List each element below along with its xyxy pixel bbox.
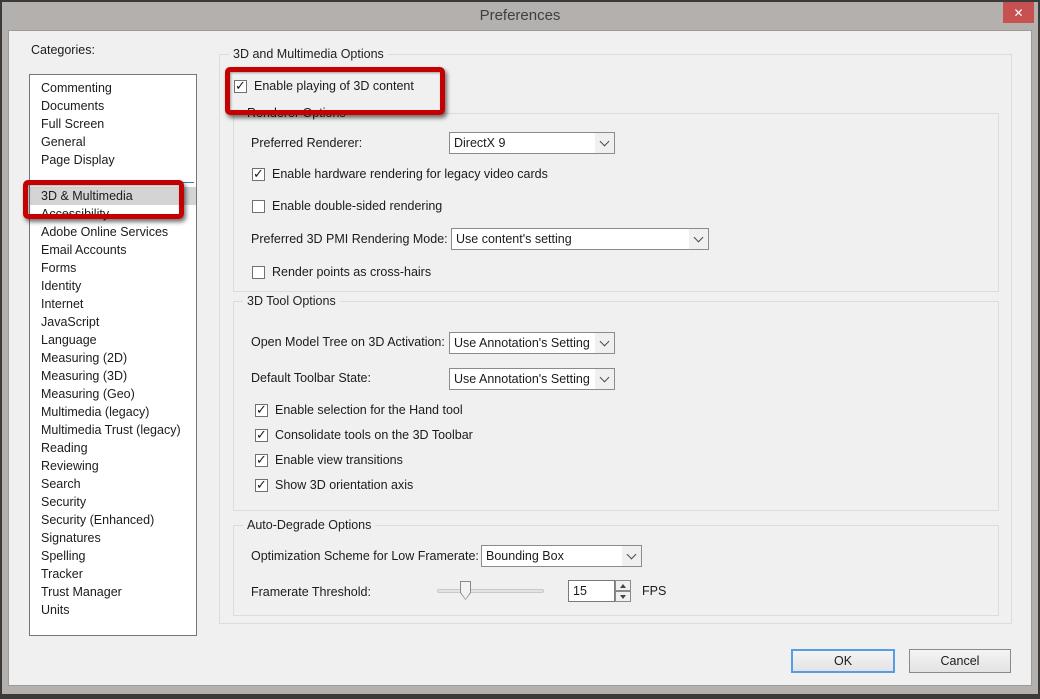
category-item[interactable]: Internet bbox=[30, 295, 196, 313]
model-tree-select[interactable]: Use Annotation's Setting bbox=[449, 332, 615, 354]
categories-listbox: CommentingDocumentsFull ScreenGeneralPag… bbox=[29, 74, 197, 636]
categories-top-group: CommentingDocumentsFull ScreenGeneralPag… bbox=[30, 79, 196, 169]
enable-3d-content-label[interactable]: Enable playing of 3D content bbox=[254, 79, 414, 93]
group-auto-degrade-options: Auto-Degrade Options bbox=[233, 525, 999, 616]
category-item[interactable]: Forms bbox=[30, 259, 196, 277]
checkbox-checked-icon[interactable] bbox=[255, 479, 268, 492]
category-item[interactable]: Commenting bbox=[30, 79, 196, 97]
category-item[interactable]: Measuring (3D) bbox=[30, 367, 196, 385]
chevron-down-icon bbox=[689, 229, 708, 249]
category-item[interactable]: Signatures bbox=[30, 529, 196, 547]
spinner-up-icon bbox=[620, 584, 626, 588]
category-item[interactable]: JavaScript bbox=[30, 313, 196, 331]
framerate-threshold-label: Framerate Threshold: bbox=[251, 585, 371, 599]
category-item[interactable]: Reading bbox=[30, 439, 196, 457]
category-item[interactable]: Security bbox=[30, 493, 196, 511]
preferred-renderer-label: Preferred Renderer: bbox=[251, 136, 362, 150]
chevron-down-icon bbox=[595, 133, 614, 153]
checkbox-unchecked-icon[interactable] bbox=[252, 266, 265, 279]
window-title: Preferences bbox=[2, 7, 1038, 24]
tool-option-checkbox-row[interactable]: Enable selection for the Hand tool bbox=[255, 403, 473, 417]
checkbox-checked-icon[interactable] bbox=[252, 168, 265, 181]
checkbox-checked-icon[interactable] bbox=[255, 454, 268, 467]
toolbar-state-label: Default Toolbar State: bbox=[251, 371, 371, 385]
model-tree-label: Open Model Tree on 3D Activation: bbox=[251, 335, 445, 349]
category-item[interactable]: Measuring (Geo) bbox=[30, 385, 196, 403]
group-renderer-title: Renderer Options bbox=[243, 106, 350, 120]
spinner-up-button[interactable] bbox=[615, 580, 631, 591]
category-item[interactable]: Trust Manager bbox=[30, 583, 196, 601]
category-item[interactable]: Units bbox=[30, 601, 196, 619]
spinner-down-icon bbox=[620, 595, 626, 599]
category-item[interactable]: Tracker bbox=[30, 565, 196, 583]
category-item[interactable]: Search bbox=[30, 475, 196, 493]
category-separator bbox=[30, 169, 196, 187]
categories-label: Categories: bbox=[31, 43, 95, 57]
group-3d-multimedia-title: 3D and Multimedia Options bbox=[229, 47, 388, 61]
hw-legacy-rendering-checkbox-row[interactable]: Enable hardware rendering for legacy vid… bbox=[252, 167, 548, 181]
category-item[interactable]: Language bbox=[30, 331, 196, 349]
category-item[interactable]: Reviewing bbox=[30, 457, 196, 475]
category-item[interactable]: General bbox=[30, 133, 196, 151]
enable-3d-content-checkbox-row[interactable]: Enable playing of 3D content bbox=[234, 79, 414, 93]
framerate-spinner bbox=[615, 580, 631, 602]
window-frame: Preferences ✕ Categories: CommentingDocu… bbox=[2, 2, 1038, 694]
separator-line bbox=[32, 182, 194, 183]
category-item[interactable]: Identity bbox=[30, 277, 196, 295]
tool-options-checkbox-list: Enable selection for the Hand tool Conso… bbox=[255, 403, 473, 503]
category-item[interactable]: Multimedia Trust (legacy) bbox=[30, 421, 196, 439]
crosshairs-checkbox-row[interactable]: Render points as cross-hairs bbox=[252, 265, 431, 279]
checkbox-unchecked-icon[interactable] bbox=[252, 200, 265, 213]
dialog-client-area: Categories: CommentingDocumentsFull Scre… bbox=[8, 30, 1032, 686]
optimization-scheme-select[interactable]: Bounding Box bbox=[481, 545, 642, 567]
framerate-slider-track[interactable] bbox=[437, 589, 544, 593]
group-3d-tool-title: 3D Tool Options bbox=[243, 294, 340, 308]
category-item[interactable]: Documents bbox=[30, 97, 196, 115]
tool-option-checkbox-row[interactable]: Enable view transitions bbox=[255, 453, 473, 467]
chevron-down-icon bbox=[595, 333, 614, 353]
title-bar[interactable]: Preferences ✕ bbox=[2, 2, 1038, 30]
ok-button[interactable]: OK bbox=[791, 649, 895, 673]
category-item[interactable]: Full Screen bbox=[30, 115, 196, 133]
checkbox-checked-icon[interactable] bbox=[255, 404, 268, 417]
category-item[interactable]: Email Accounts bbox=[30, 241, 196, 259]
group-auto-degrade-title: Auto-Degrade Options bbox=[243, 518, 375, 532]
spinner-down-button[interactable] bbox=[615, 591, 631, 602]
optimization-scheme-label: Optimization Scheme for Low Framerate: bbox=[251, 549, 479, 563]
close-button[interactable]: ✕ bbox=[1003, 2, 1034, 23]
category-item[interactable]: Accessibility bbox=[30, 205, 196, 223]
double-sided-rendering-checkbox-row[interactable]: Enable double-sided rendering bbox=[252, 199, 442, 213]
category-item[interactable]: Spelling bbox=[30, 547, 196, 565]
cancel-button[interactable]: Cancel bbox=[909, 649, 1011, 673]
preferred-renderer-select[interactable]: DirectX 9 bbox=[449, 132, 615, 154]
checkbox-checked-icon[interactable] bbox=[234, 80, 247, 93]
category-item[interactable]: Measuring (2D) bbox=[30, 349, 196, 367]
category-item[interactable]: Adobe Online Services bbox=[30, 223, 196, 241]
toolbar-state-select[interactable]: Use Annotation's Setting bbox=[449, 368, 615, 390]
chevron-down-icon bbox=[595, 369, 614, 389]
framerate-input[interactable]: 15 bbox=[568, 580, 615, 602]
close-icon: ✕ bbox=[1013, 7, 1023, 19]
pmi-rendering-mode-label: Preferred 3D PMI Rendering Mode: bbox=[251, 232, 448, 246]
preferences-dialog: Preferences ✕ Categories: CommentingDocu… bbox=[0, 0, 1040, 699]
chevron-down-icon bbox=[622, 546, 641, 566]
category-item[interactable]: Multimedia (legacy) bbox=[30, 403, 196, 421]
checkbox-checked-icon[interactable] bbox=[255, 429, 268, 442]
tool-option-checkbox-row[interactable]: Show 3D orientation axis bbox=[255, 478, 473, 492]
tool-option-checkbox-row[interactable]: Consolidate tools on the 3D Toolbar bbox=[255, 428, 473, 442]
category-item[interactable]: Page Display bbox=[30, 151, 196, 169]
category-item[interactable]: Security (Enhanced) bbox=[30, 511, 196, 529]
categories-bottom-group: AccessibilityAdobe Online ServicesEmail … bbox=[30, 205, 196, 619]
category-item-selected[interactable]: 3D & Multimedia bbox=[30, 187, 196, 205]
pmi-rendering-mode-select[interactable]: Use content's setting bbox=[451, 228, 709, 250]
fps-label: FPS bbox=[642, 584, 666, 598]
